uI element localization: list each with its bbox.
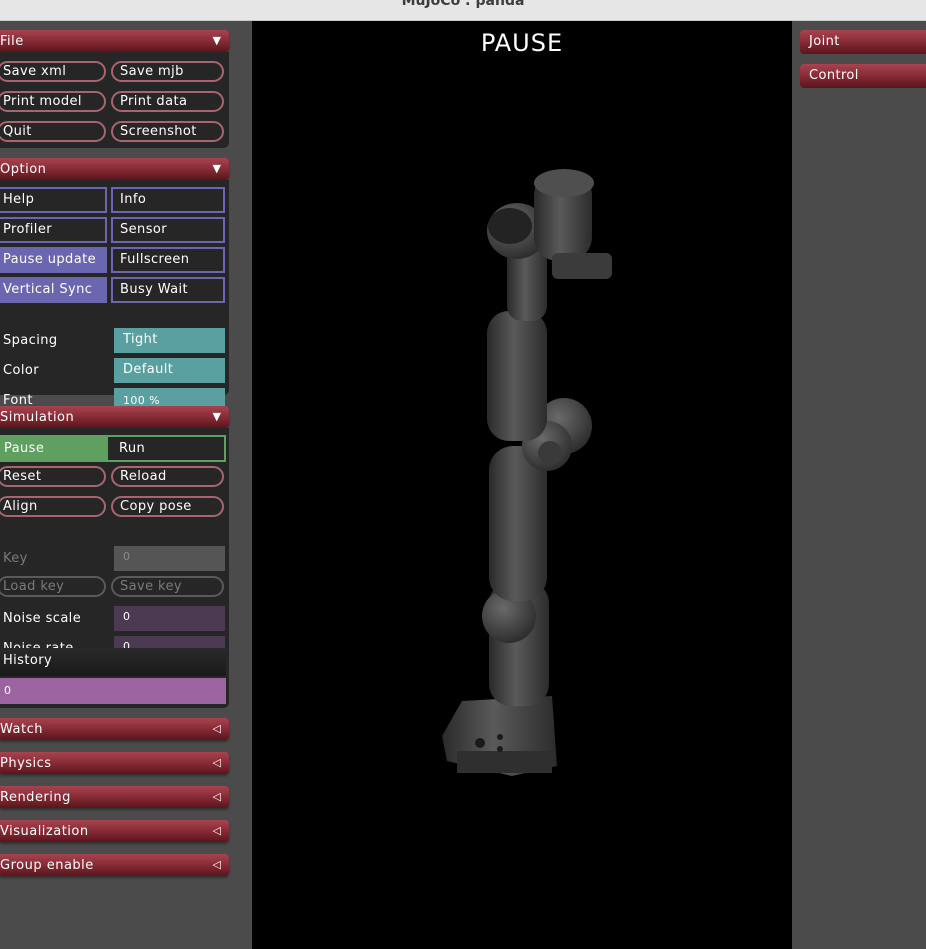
section-option-body: Help Info Profiler Sensor Pause update F… <box>0 180 229 413</box>
screenshot-button[interactable]: Screenshot <box>111 121 224 142</box>
run-radio-label[interactable]: Run <box>119 441 145 456</box>
save-xml-button[interactable]: Save xml <box>0 61 106 82</box>
window-titlebar: MuJoCo : panda <box>0 0 926 21</box>
panda-robot-arm-render <box>442 169 612 776</box>
sensor-toggle[interactable]: Sensor <box>111 217 225 243</box>
print-model-button[interactable]: Print model <box>0 91 106 112</box>
right-ui-panel: Joint Control <box>792 21 926 949</box>
pause-radio-label: Pause <box>4 441 45 456</box>
pause-update-toggle[interactable]: Pause update <box>0 247 107 273</box>
help-toggle[interactable]: Help <box>0 187 107 213</box>
section-simulation-header[interactable]: Simulation ▼ <box>0 406 229 428</box>
section-group-enable-header[interactable]: Group enable ◁ <box>0 854 229 876</box>
align-button[interactable]: Align <box>0 496 106 517</box>
key-slider: 0 <box>114 546 225 571</box>
expand-left-arrow-icon: ◁ <box>212 824 221 837</box>
quit-button[interactable]: Quit <box>0 121 106 142</box>
history-slider[interactable]: 0 <box>0 678 226 704</box>
profiler-toggle[interactable]: Profiler <box>0 217 107 243</box>
section-rendering-header[interactable]: Rendering ◁ <box>0 786 229 808</box>
copy-pose-button[interactable]: Copy pose <box>111 496 224 517</box>
3d-viewport[interactable]: PAUSE <box>252 21 792 949</box>
expand-left-arrow-icon: ◁ <box>212 790 221 803</box>
key-label: Key <box>3 551 28 566</box>
section-physics-header[interactable]: Physics ◁ <box>0 752 229 774</box>
section-joint-header[interactable]: Joint <box>800 30 926 54</box>
save-mjb-button[interactable]: Save mjb <box>111 61 224 82</box>
reset-button[interactable]: Reset <box>0 466 106 487</box>
section-file-title: File <box>0 34 24 49</box>
pause-run-radio[interactable]: Pause Run <box>0 435 226 462</box>
spacing-label: Spacing <box>3 333 58 348</box>
expand-left-arrow-icon: ◁ <box>212 756 221 769</box>
fullscreen-toggle[interactable]: Fullscreen <box>111 247 225 273</box>
reload-button[interactable]: Reload <box>111 466 224 487</box>
save-key-button: Save key <box>111 576 224 597</box>
window-title: MuJoCo : panda <box>401 0 525 9</box>
info-toggle[interactable]: Info <box>111 187 225 213</box>
expand-left-arrow-icon: ◁ <box>212 858 221 871</box>
spacing-select[interactable]: Tight <box>114 328 225 353</box>
color-select[interactable]: Default <box>114 358 225 383</box>
vertical-sync-toggle[interactable]: Vertical Sync <box>0 277 107 303</box>
section-option-header[interactable]: Option ▼ <box>0 158 229 180</box>
expand-left-arrow-icon: ◁ <box>212 722 221 735</box>
collapse-down-arrow-icon: ▼ <box>212 162 221 175</box>
section-control-header[interactable]: Control <box>800 64 926 88</box>
noise-scale-label: Noise scale <box>3 611 82 626</box>
section-visualization-header[interactable]: Visualization ◁ <box>0 820 229 842</box>
section-file-header[interactable]: File ▼ <box>0 30 229 52</box>
noise-scale-field[interactable]: 0 <box>114 606 225 631</box>
section-watch-header[interactable]: Watch ◁ <box>0 718 229 740</box>
print-data-button[interactable]: Print data <box>111 91 224 112</box>
left-ui-panel: File ▼ Save xml Save mjb Print model Pri… <box>0 21 252 949</box>
section-file-body: Save xml Save mjb Print model Print data… <box>0 52 229 148</box>
collapse-down-arrow-icon: ▼ <box>212 410 221 423</box>
color-label: Color <box>3 363 39 378</box>
section-option-title: Option <box>0 162 47 177</box>
load-key-button: Load key <box>0 576 106 597</box>
history-header: History <box>0 648 226 676</box>
section-simulation-title: Simulation <box>0 410 75 425</box>
collapse-down-arrow-icon: ▼ <box>212 34 221 47</box>
busy-wait-toggle[interactable]: Busy Wait <box>111 277 225 303</box>
